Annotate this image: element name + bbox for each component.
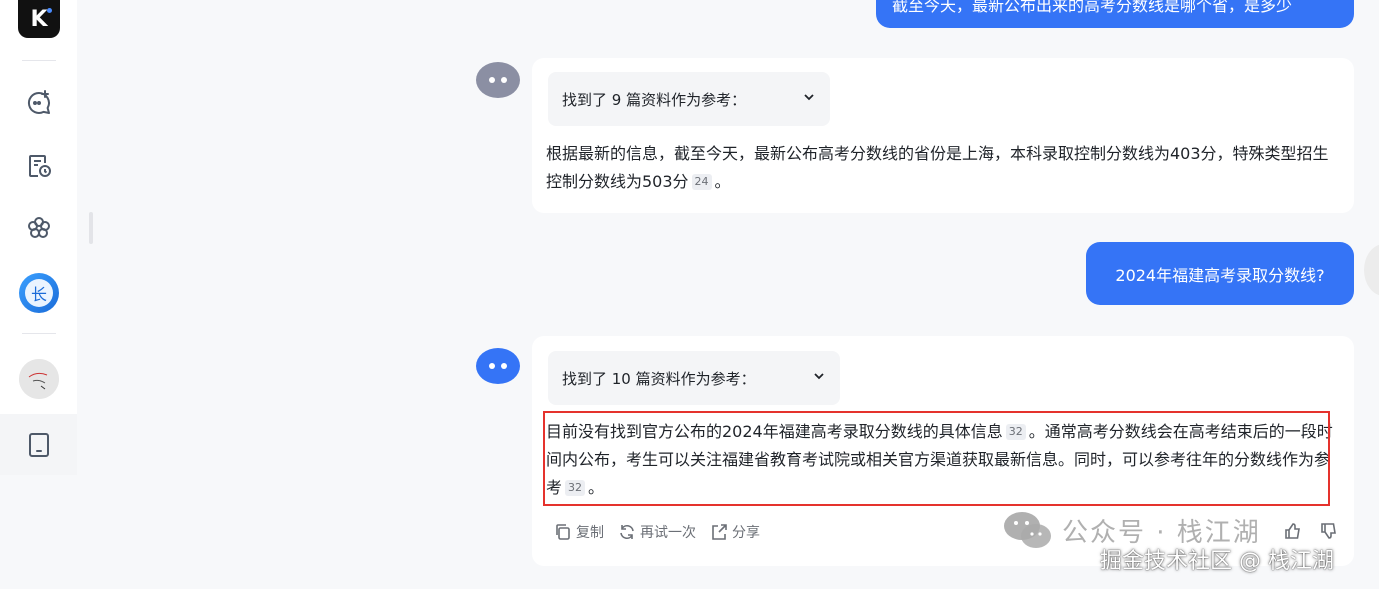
history-icon[interactable] (22, 149, 56, 183)
references-dropdown[interactable]: 找到了 9 篇资料作为参考： (548, 72, 830, 126)
bot-message-card: 找到了 9 篇资料作为参考： 根据最新的信息，截至今天，最新公布高考分数线的省份… (532, 58, 1354, 213)
references-label: 找到了 10 篇资料作为参考： (562, 369, 756, 388)
assistant-glyph: 长 (25, 279, 53, 307)
user-message-bubble: 截至今天，最新公布出来的高考分数线是哪个省，是多少 (876, 0, 1354, 28)
feedback-actions (1284, 522, 1338, 544)
sidebar-divider (22, 333, 56, 334)
chevron-down-icon (812, 369, 826, 387)
sidebar-divider (22, 60, 56, 61)
long-text-assistant-avatar[interactable]: 长 (19, 273, 59, 313)
share-label: 分享 (732, 525, 760, 541)
answer-text: 根据最新的信息，截至今天，最新公布高考分数线的省份是上海，本科录取控制分数线为4… (546, 144, 1329, 191)
new-chat-icon[interactable] (22, 86, 56, 120)
copy-icon (556, 524, 570, 540)
thumbs-down-icon[interactable] (1320, 522, 1338, 544)
logo-dot (47, 8, 52, 13)
device-icon[interactable] (22, 428, 56, 462)
watermark-juejin: 掘金技术社区 @ 栈江湖 (1100, 549, 1334, 574)
message-actions: 复制 再试一次 分享 (554, 522, 760, 542)
retry-button[interactable]: 再试一次 (618, 522, 696, 542)
copy-button[interactable]: 复制 (554, 522, 604, 542)
app-logo[interactable]: K (18, 0, 60, 38)
user-message-text: 2024年福建高考录取分数线? (1115, 265, 1325, 285)
user-avatar[interactable] (19, 359, 59, 399)
bot-answer: 根据最新的信息，截至今天，最新公布高考分数线的省份是上海，本科录取控制分数线为4… (546, 140, 1342, 196)
refresh-icon (620, 524, 634, 540)
panel-resize-handle[interactable] (89, 212, 93, 244)
explore-icon[interactable] (22, 211, 56, 245)
bot-avatar (476, 348, 520, 384)
retry-label: 再试一次 (640, 525, 696, 541)
copy-label: 复制 (576, 525, 604, 541)
bot-avatar (476, 62, 520, 98)
user-message-bubble: 2024年福建高考录取分数线? (1086, 242, 1354, 305)
user-avatar-peek (1364, 244, 1379, 296)
wechat-icon (1004, 512, 1051, 548)
thumbs-up-icon[interactable] (1284, 522, 1302, 544)
chevron-down-icon (802, 90, 816, 108)
share-button[interactable]: 分享 (710, 522, 760, 542)
sidebar: K 长 (0, 0, 77, 475)
references-label: 找到了 9 篇资料作为参考： (562, 90, 747, 109)
device-panel (0, 414, 77, 475)
logo-letter: K (30, 6, 48, 32)
citation-badge[interactable]: 24 (691, 174, 712, 190)
highlight-annotation-box (543, 411, 1330, 506)
answer-end: 。 (714, 172, 731, 191)
references-dropdown[interactable]: 找到了 10 篇资料作为参考： (548, 351, 840, 405)
share-icon (712, 524, 727, 540)
user-message-text: 截至今天，最新公布出来的高考分数线是哪个省，是多少 (892, 0, 1293, 15)
